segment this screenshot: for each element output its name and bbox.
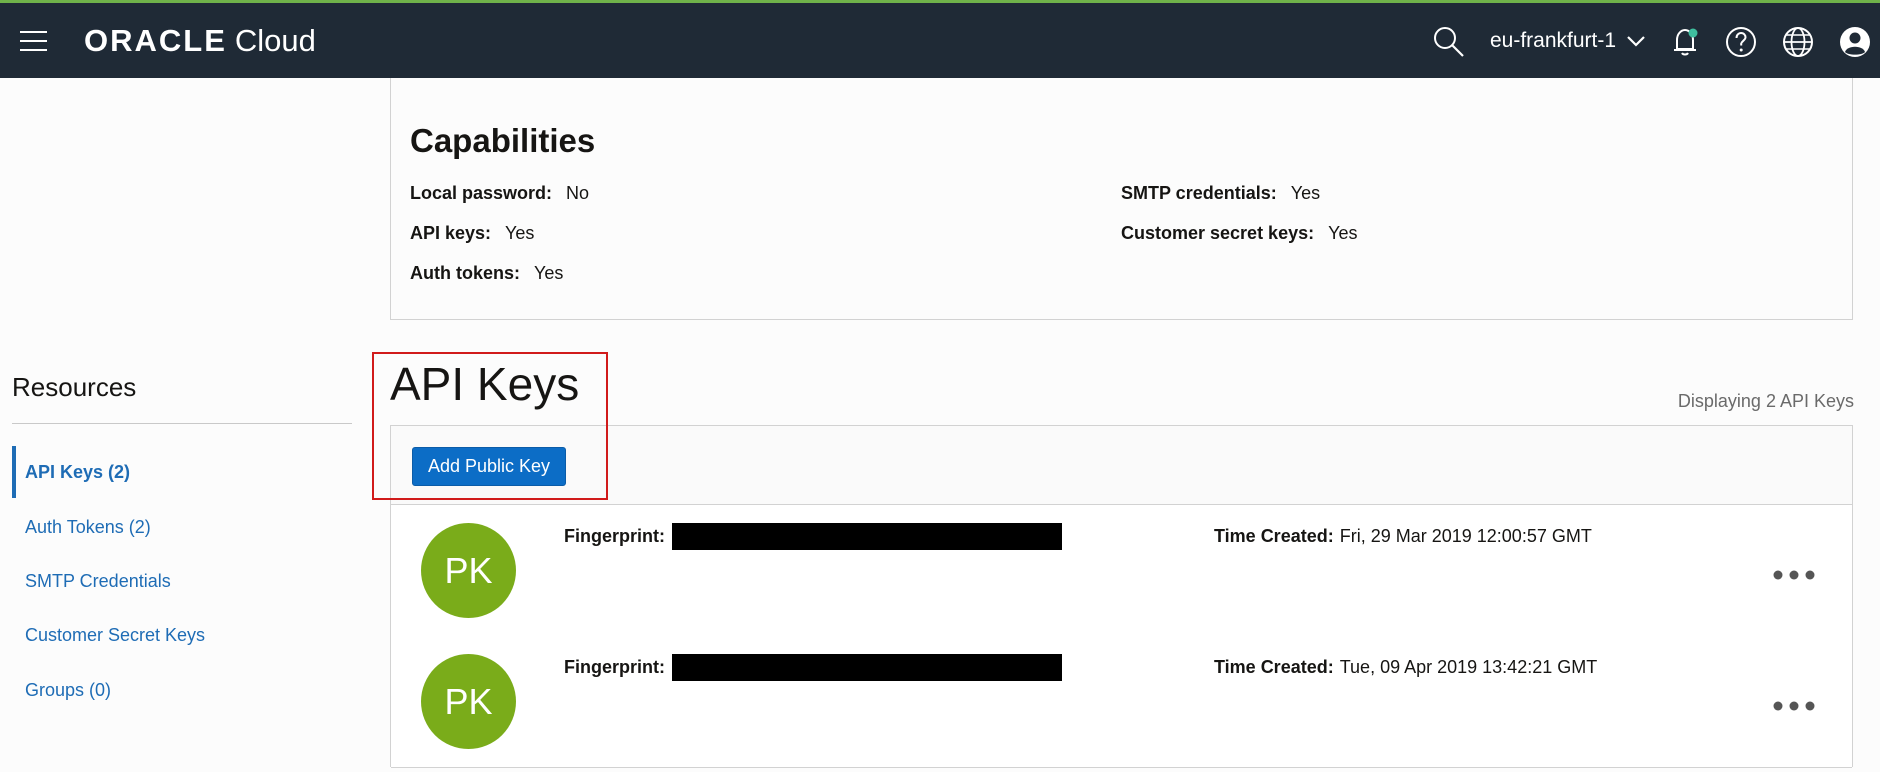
fingerprint-label: Fingerprint: <box>564 657 665 677</box>
sidebar-item-customer-secret-keys[interactable]: Customer Secret Keys <box>25 625 205 646</box>
chevron-down-icon <box>1627 36 1645 48</box>
capability-label: SMTP credentials: <box>1121 183 1277 203</box>
time-created-label: Time Created: <box>1214 657 1334 677</box>
avatar: PK <box>421 523 516 618</box>
capability-value: No <box>566 183 590 203</box>
fingerprint-label: Fingerprint: <box>564 526 665 546</box>
active-indicator <box>12 446 16 498</box>
capability-label: API keys: <box>410 223 492 243</box>
help-icon[interactable] <box>1724 25 1758 59</box>
more-actions-icon[interactable] <box>1771 567 1817 583</box>
capability-label: Auth tokens: <box>410 263 520 283</box>
fingerprint-redacted <box>672 654 1062 681</box>
region-label: eu-frankfurt-1 <box>1490 29 1617 52</box>
capability-local-password: Local password: No <box>410 183 589 204</box>
user-icon[interactable] <box>1838 25 1872 59</box>
api-key-row: PK Fingerprint: Time Created: Fri, 29 Mar… <box>391 505 1852 637</box>
resources-divider <box>12 423 352 424</box>
time-created-value: Fri, 29 Mar 2019 12:00:57 GMT <box>1339 526 1592 546</box>
region-selector[interactable]: eu-frankfurt-1 <box>1490 29 1646 53</box>
capability-label: Local password: <box>410 183 553 203</box>
capability-value: Yes <box>1328 223 1358 243</box>
api-keys-panel: Add Public Key PK Fingerprint: Time Crea… <box>390 425 1853 768</box>
bell-icon[interactable] <box>1668 25 1702 59</box>
brand-suffix: Cloud <box>234 23 316 58</box>
top-navigation-bar: ORACLE Cloud eu-frankfurt-1 <box>0 0 1880 78</box>
sidebar-item-api-keys[interactable]: API Keys (2) <box>25 462 130 483</box>
brand-name: ORACLE <box>84 23 227 58</box>
highlight-annotation-box <box>372 352 608 500</box>
capability-smtp-credentials: SMTP credentials: Yes <box>1121 183 1320 204</box>
resources-title: Resources <box>12 372 137 402</box>
capability-value: Yes <box>534 263 564 283</box>
search-icon[interactable] <box>1432 25 1466 59</box>
sidebar-item-smtp-credentials[interactable]: SMTP Credentials <box>25 571 171 592</box>
capability-auth-tokens: Auth tokens: Yes <box>410 263 563 284</box>
avatar: PK <box>421 654 516 749</box>
oracle-cloud-logo[interactable]: ORACLE Cloud <box>84 23 316 59</box>
capability-api-keys: API keys: Yes <box>410 223 534 244</box>
globe-icon[interactable] <box>1781 25 1815 59</box>
sidebar-item-auth-tokens[interactable]: Auth Tokens (2) <box>25 517 151 538</box>
fingerprint-redacted <box>672 523 1062 550</box>
time-created-label: Time Created: <box>1214 526 1334 546</box>
capability-value: Yes <box>505 223 535 243</box>
capabilities-title: Capabilities <box>410 122 596 159</box>
time-created: Time Created: Fri, 29 Mar 2019 12:00:57 G… <box>1214 526 1592 547</box>
more-actions-icon[interactable] <box>1771 698 1817 714</box>
time-created: Time Created: Tue, 09 Apr 2019 13:42:21 G… <box>1214 657 1597 678</box>
time-created-value: Tue, 09 Apr 2019 13:42:21 GMT <box>1339 657 1598 677</box>
api-key-row: PK Fingerprint: Time Created: Tue, 09 Apr… <box>391 636 1852 768</box>
capability-value: Yes <box>1290 183 1321 203</box>
sidebar-item-groups[interactable]: Groups (0) <box>25 680 111 701</box>
menu-icon[interactable] <box>20 31 47 51</box>
capability-customer-secret-keys: Customer secret keys: Yes <box>1121 223 1357 244</box>
capability-label: Customer secret keys: <box>1121 223 1315 243</box>
api-keys-count: Displaying 2 API Keys <box>1677 391 1854 411</box>
